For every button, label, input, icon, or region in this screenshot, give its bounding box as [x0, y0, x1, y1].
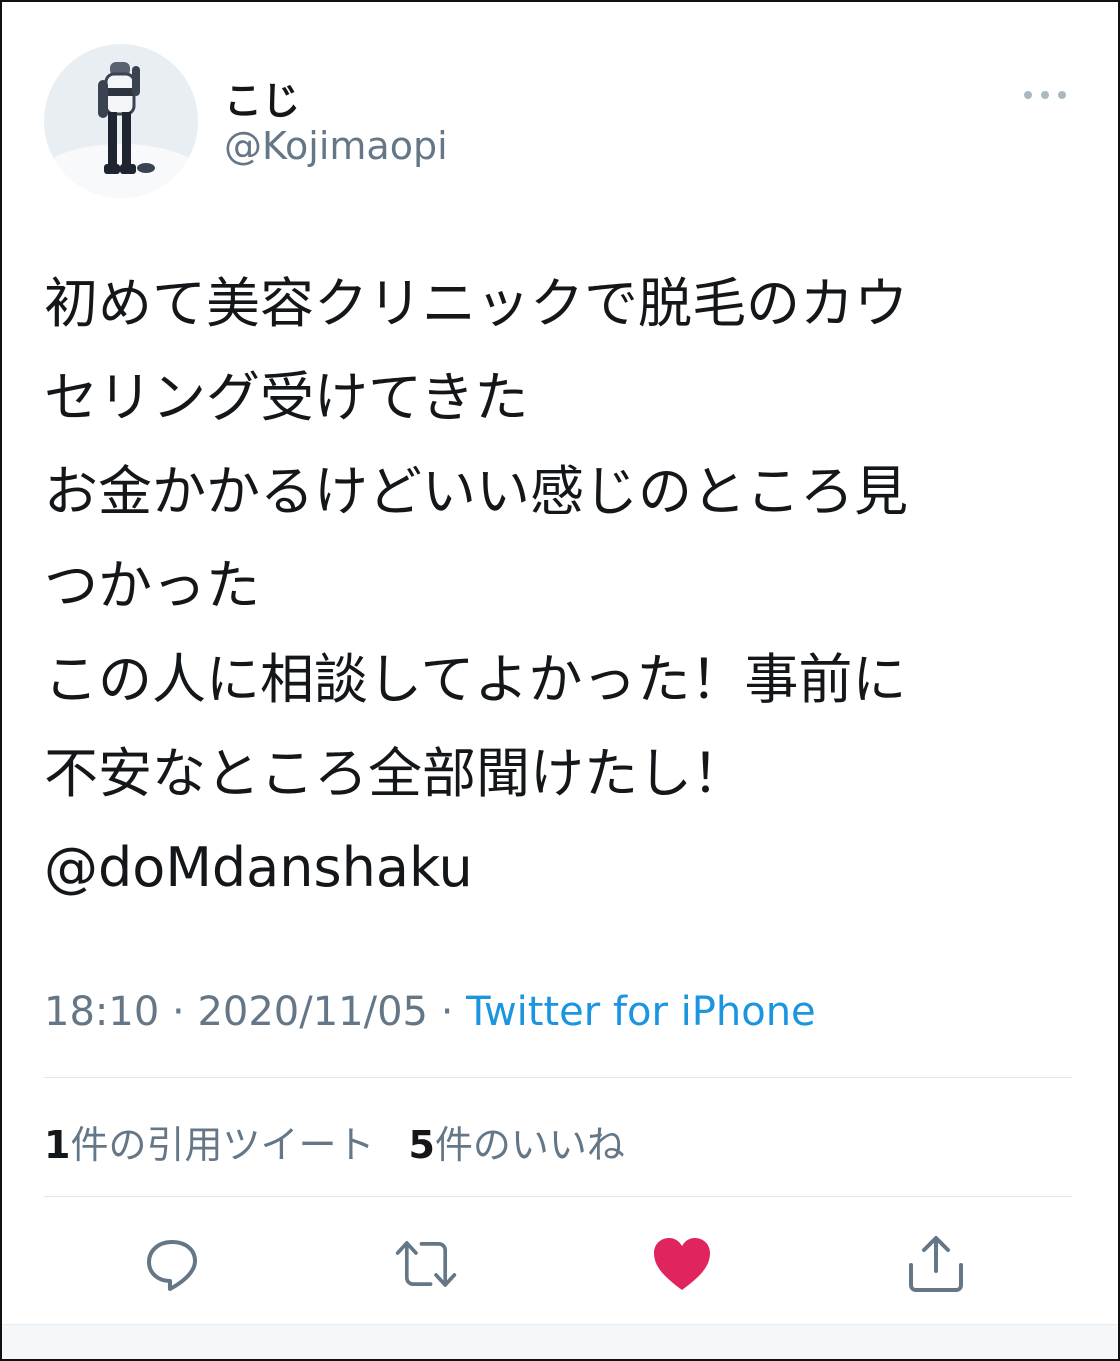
tweet-stats: 1件の引用ツイート 5件のいいね: [44, 1114, 625, 1169]
avatar[interactable]: [44, 44, 198, 198]
tweet-date[interactable]: 2020/11/05: [197, 989, 428, 1035]
quote-label: 件の引用ツイート: [70, 1123, 375, 1167]
more-horizontal-icon[interactable]: [1022, 86, 1068, 104]
divider: [44, 1077, 1072, 1078]
retweet-icon: [395, 1241, 457, 1287]
reply-button[interactable]: [140, 1232, 204, 1296]
display-name[interactable]: こじ: [224, 70, 300, 125]
heart-icon: [654, 1238, 710, 1290]
tweet-meta: 18:10 · 2020/11/05 · Twitter for iPhone: [44, 989, 816, 1035]
meta-separator: ·: [440, 989, 454, 1035]
reply-icon: [147, 1240, 197, 1291]
retweet-button[interactable]: [394, 1232, 458, 1296]
quote-tweets-stat[interactable]: 1件の引用ツイート: [44, 1123, 374, 1167]
tweet-source-link[interactable]: Twitter for iPhone: [466, 989, 816, 1035]
meta-separator: ·: [172, 989, 185, 1035]
like-label: 件のいいね: [434, 1123, 625, 1167]
likes-stat[interactable]: 5件のいいね: [408, 1123, 624, 1167]
tweet-time[interactable]: 18:10: [44, 989, 159, 1035]
avatar-photo: [44, 44, 198, 198]
user-handle[interactable]: @Kojimaopi: [224, 124, 448, 168]
share-icon: [909, 1236, 963, 1292]
bottom-bar: [2, 1324, 1118, 1359]
quote-count: 1: [44, 1123, 71, 1167]
like-count: 5: [408, 1123, 435, 1167]
share-button[interactable]: [904, 1232, 968, 1296]
tweet-text: 初めて美容クリニックで脱毛のカウ セリング受けてきた お金かかるけどいい感じのと…: [44, 272, 908, 899]
divider: [44, 1196, 1072, 1197]
like-button[interactable]: [650, 1232, 714, 1296]
